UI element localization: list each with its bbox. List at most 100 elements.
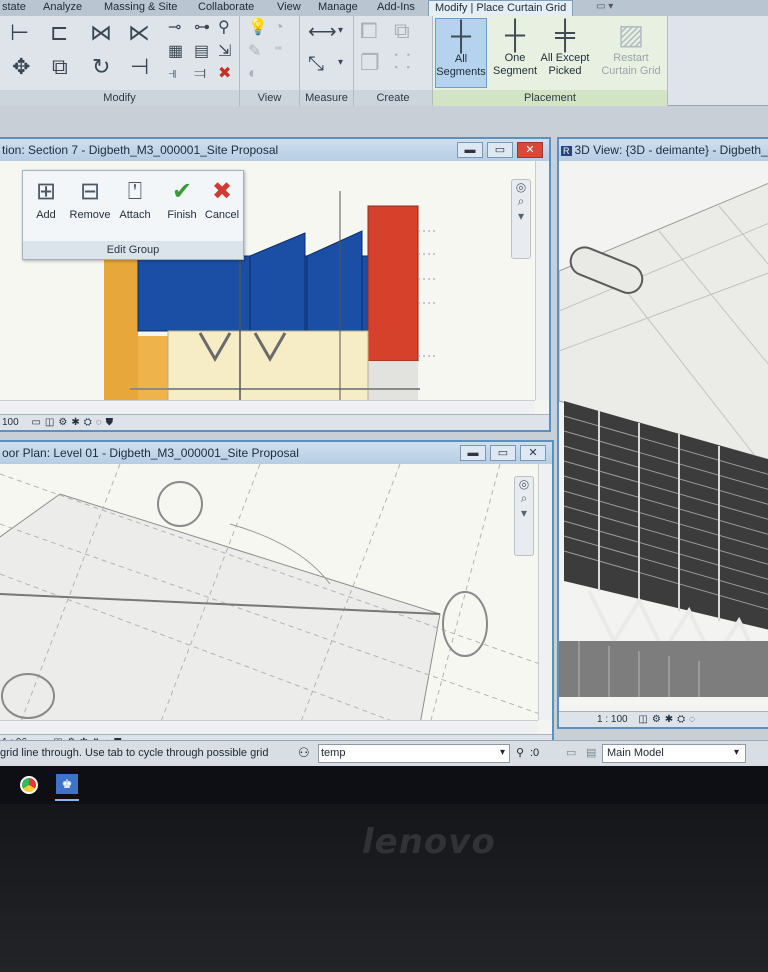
close-icon[interactable]: ✕ (520, 445, 546, 461)
pin-icon[interactable]: ⚲ (218, 20, 230, 36)
3d-scale[interactable]: 1 : 100 (597, 714, 628, 725)
aligned-dimension-icon[interactable]: ⤡ (308, 54, 324, 74)
floor-plan-vertical-scrollbar[interactable] (538, 464, 552, 720)
dropdown-icon[interactable]: ▾ (338, 58, 343, 68)
section-scale[interactable]: 100 (2, 417, 19, 428)
chrome-icon[interactable] (20, 776, 38, 794)
override-icon[interactable]: ⁼ (274, 44, 282, 60)
tab-modify-place-curtain-grid[interactable]: Modify | Place Curtain Grid (428, 0, 574, 16)
panel-placement: ┼ All Segments ┼ One Segment ╪ All Excep… (433, 16, 668, 106)
panel-label-placement: Placement (433, 90, 667, 106)
all-segments-button[interactable]: ┼ All Segments (435, 18, 487, 88)
create-group-icon[interactable]: ❒ (360, 52, 380, 74)
cancel-button[interactable]: ✖ Cancel (201, 175, 243, 221)
remove-button[interactable]: ⊟ Remove (67, 175, 113, 221)
mirror-draw-icon[interactable]: ⋉ (128, 22, 150, 44)
tab-view[interactable]: View (277, 0, 301, 16)
attach-label: Attach (119, 209, 151, 221)
section-view-control-bar: 100 ▭◫⚙✱⛭◌⛊ (0, 414, 549, 430)
design-option-icon[interactable]: ▤ (586, 741, 596, 765)
chevron-down-icon[interactable]: ▾ (734, 741, 739, 765)
checkmark-icon: ✔ (171, 178, 193, 205)
navigation-bar[interactable]: ◎ ⌕ ▾ (511, 179, 531, 259)
floor-plan-canvas[interactable] (0, 464, 538, 720)
navigation-bar[interactable]: ◎ ⌕ ▾ (514, 476, 534, 556)
all-segments-label-2: Segments (436, 66, 486, 78)
dropdown-icon[interactable]: ▾ (338, 26, 343, 36)
rotate-icon[interactable]: ↻ (92, 56, 110, 78)
maximize-icon[interactable]: ▭ (490, 445, 516, 461)
restart-curtain-grid-button[interactable]: ▨ Restart Curtain Grid (597, 18, 665, 88)
workset-icon[interactable]: ⚇ (298, 741, 310, 765)
one-segment-button[interactable]: ┼ One Segment (489, 18, 541, 88)
red-facade (367, 205, 419, 362)
panel-measure: ⟷ ▾ ⤡ ▾ Measure (300, 16, 354, 106)
mirror-axis-icon[interactable]: ⋈ (90, 22, 112, 44)
split-gap-icon[interactable]: ⊶ (194, 20, 210, 36)
move-icon[interactable]: ✥ (12, 56, 30, 78)
revit-r-icon: R (561, 146, 572, 156)
3d-view-window[interactable]: R3D View: {3D - deimante} - Digbeth_M3_ (557, 137, 768, 729)
hint-icon[interactable]: 💡 (248, 20, 268, 36)
editable-only-icon[interactable]: ▭ (566, 741, 576, 765)
paint-icon[interactable]: ◐ (248, 66, 258, 82)
3d-view-title[interactable]: R3D View: {3D - deimante} - Digbeth_M3_ (559, 139, 768, 161)
section-horizontal-scrollbar[interactable] (0, 400, 535, 414)
array-icon[interactable]: ▦ (168, 44, 183, 60)
restart-label-2: Curtain Grid (601, 65, 661, 77)
unpin-icon[interactable]: ⇲ (218, 44, 231, 60)
3d-view-title-text: 3D View: {3D - deimante} - Digbeth_M3_ (574, 143, 768, 157)
selection-filter-icon[interactable]: ⚲ (516, 741, 524, 765)
align-icon[interactable]: ⊢ (10, 22, 29, 44)
linework-icon[interactable]: ✎ (248, 44, 261, 60)
create-similar-icon[interactable]: ⸬ (394, 52, 411, 72)
3d-canvas[interactable] (559, 161, 768, 697)
tab-add-ins[interactable]: Add-Ins (377, 0, 415, 16)
maximize-icon[interactable]: ▭ (487, 142, 513, 158)
tab-massing-site[interactable]: Massing & Site (104, 0, 177, 16)
copy-icon[interactable]: ⧉ (52, 56, 68, 78)
curtain-grid-icon: ▨ (617, 19, 645, 50)
attach-icon: ⍞ (127, 178, 143, 205)
finish-button[interactable]: ✔ Finish (161, 175, 203, 221)
trim-extend-icon[interactable]: ⊣ (130, 56, 149, 78)
create-assembly-icon[interactable]: ⧠ (360, 20, 378, 42)
view-control-icons[interactable]: ▭◫⚙✱⛭◌⛊ (31, 417, 117, 428)
offset-icon[interactable]: ⊏ (50, 22, 68, 44)
close-icon[interactable]: ✕ (517, 142, 543, 158)
scale-icon[interactable]: ▤ (194, 44, 209, 60)
workset-selector[interactable]: temp (318, 744, 510, 763)
tab-analyze[interactable]: Analyze (43, 0, 82, 16)
panel-label-modify: Modify (0, 90, 239, 106)
minimize-icon[interactable]: ▬ (457, 142, 483, 158)
create-parts-icon[interactable]: ⧉ (394, 20, 410, 42)
add-button[interactable]: ⊞ Add (25, 175, 67, 221)
status-message: grid line through. Use tab to cycle thro… (0, 747, 269, 759)
finish-label: Finish (167, 209, 197, 221)
extend-icon[interactable]: ⫤ (194, 66, 206, 82)
ribbon-options-icon[interactable]: ▭ ▾ (596, 0, 613, 16)
panel-modify: ⊢ ⊏ ⋈ ⋉ ✥ ⧉ ↻ ⊣ ⊸ ⊶ ⚲ ▦ ▤ ⇲ ⫣ ⫤ ✖ Modify (0, 16, 240, 106)
section-vertical-scrollbar[interactable] (535, 161, 549, 400)
all-except-picked-button[interactable]: ╪ All Except Picked (536, 18, 594, 88)
view-control-icons[interactable]: ◫⚙✱⛭◌ (638, 714, 699, 725)
chevron-down-icon[interactable]: ▾ (500, 741, 505, 765)
floor-plan-view-window[interactable]: oor Plan: Level 01 - Digbeth_M3_000001_S… (0, 440, 554, 752)
panel-create: ⧠ ⧉ ❒ ⸬ Create (354, 16, 433, 106)
app-icon[interactable]: ♚ (56, 774, 78, 794)
minimize-icon[interactable]: ▬ (460, 445, 486, 461)
attach-button[interactable]: ⍞ Attach (113, 175, 157, 221)
trim-icon[interactable]: ⫣ (168, 66, 178, 82)
hide-icon[interactable]: ◔ (274, 20, 284, 36)
measure-icon[interactable]: ⟷ (308, 22, 337, 42)
blue-roof-segment (249, 232, 306, 332)
tab-state[interactable]: state (2, 0, 26, 16)
floor-plan-horizontal-scrollbar[interactable] (0, 720, 538, 734)
split-icon[interactable]: ⊸ (168, 20, 181, 36)
add-label: Add (36, 209, 56, 221)
tab-collaborate[interactable]: Collaborate (198, 0, 254, 16)
delete-icon[interactable]: ✖ (218, 66, 231, 82)
tab-manage[interactable]: Manage (318, 0, 358, 16)
design-options-select[interactable]: Main Model (602, 744, 746, 763)
panel-label-view: View (240, 90, 299, 106)
